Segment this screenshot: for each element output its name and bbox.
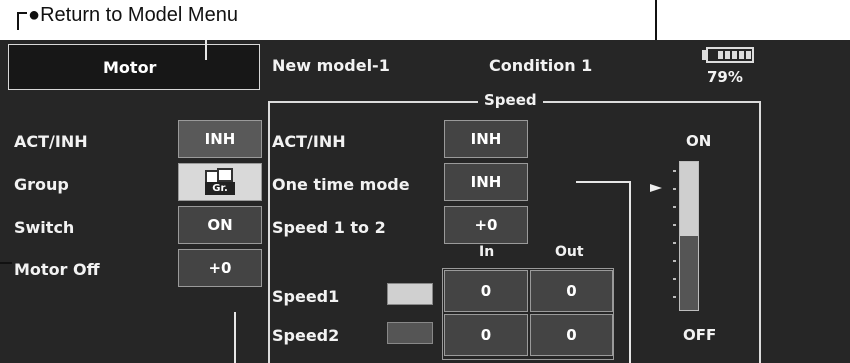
indicator-tick	[673, 224, 676, 226]
speed-label-speed-1-to-2: Speed 1 to 2	[272, 218, 386, 237]
position-pointer-icon	[650, 184, 662, 192]
motor-act-inh-value: INH	[204, 130, 236, 148]
group-icon: Gr.	[203, 168, 237, 196]
speed2-in-button[interactable]: 0	[444, 314, 528, 356]
battery-icon	[702, 47, 754, 63]
speed-panel-title: Speed	[478, 91, 543, 109]
motor-off-button[interactable]: +0	[178, 249, 262, 287]
speed-act-inh-button[interactable]: INH	[444, 120, 528, 158]
group-button[interactable]: Gr.	[178, 163, 262, 201]
callout-line-right-horizontal	[576, 181, 631, 183]
indicator-upper-segment	[680, 162, 698, 236]
indicator-off-label: OFF	[683, 326, 717, 344]
motor-act-inh-button[interactable]: INH	[178, 120, 262, 158]
indicator-tick	[673, 170, 676, 172]
indicator-tick	[673, 206, 676, 208]
screen-title: Motor	[103, 57, 157, 77]
switch-button[interactable]: ON	[178, 206, 262, 244]
speed1-out-value: 0	[566, 282, 577, 300]
speed2-out-value: 0	[566, 326, 577, 344]
model-name: New model-1	[272, 56, 390, 75]
indicator-tick	[673, 188, 676, 190]
one-time-mode-button[interactable]: INH	[444, 163, 528, 201]
callout-line-bottom-left	[234, 312, 236, 363]
condition-name: Condition 1	[489, 56, 593, 75]
group-value: Gr.	[205, 182, 235, 195]
out-column-header: Out	[555, 244, 584, 260]
speed1-out-button[interactable]: 0	[530, 270, 613, 312]
speed2-in-value: 0	[480, 326, 492, 344]
one-time-mode-value: INH	[470, 173, 502, 191]
speed-1-to-2-value: +0	[474, 216, 498, 234]
speed-1-to-2-button[interactable]: +0	[444, 206, 528, 244]
speed-label-one-time-mode: One time mode	[272, 175, 410, 194]
indicator-tick	[673, 242, 676, 244]
motor-position-indicator	[679, 161, 699, 311]
in-column-header: In	[479, 244, 495, 260]
left-label-switch: Switch	[14, 218, 75, 237]
indicator-tick	[673, 296, 676, 298]
callout-line-right-vertical	[629, 181, 631, 363]
callout-line-left	[0, 262, 12, 264]
indicator-lower-segment	[680, 236, 698, 310]
speed2-out-button[interactable]: 0	[530, 314, 613, 356]
caption-bracket-vertical	[17, 12, 19, 30]
speed2-label: Speed2	[272, 326, 340, 345]
speed1-label: Speed1	[272, 287, 340, 306]
battery-percent: 79%	[707, 68, 743, 86]
indicator-on-label: ON	[686, 132, 712, 150]
switch-value: ON	[207, 216, 233, 234]
speed-label-act-inh: ACT/INH	[272, 132, 346, 151]
callout-line-top-left	[205, 40, 207, 60]
callout-line-top-right	[655, 0, 657, 40]
speed1-in-button[interactable]: 0	[444, 270, 528, 312]
speed1-in-value: 0	[480, 282, 492, 300]
speed1-color-swatch	[387, 283, 433, 305]
left-label-group: Group	[14, 175, 69, 194]
speed-act-inh-value: INH	[470, 130, 502, 148]
left-label-motor-off: Motor Off	[14, 260, 100, 279]
speed2-color-swatch	[387, 322, 433, 344]
return-to-model-menu-button[interactable]: Motor	[8, 44, 260, 90]
return-to-model-menu-caption: ●Return to Model Menu	[28, 4, 238, 26]
caption-bracket-horizontal	[17, 12, 27, 14]
left-label-act-inh: ACT/INH	[14, 132, 88, 151]
indicator-tick	[673, 278, 676, 280]
indicator-tick	[673, 260, 676, 262]
motor-off-value: +0	[208, 259, 232, 277]
